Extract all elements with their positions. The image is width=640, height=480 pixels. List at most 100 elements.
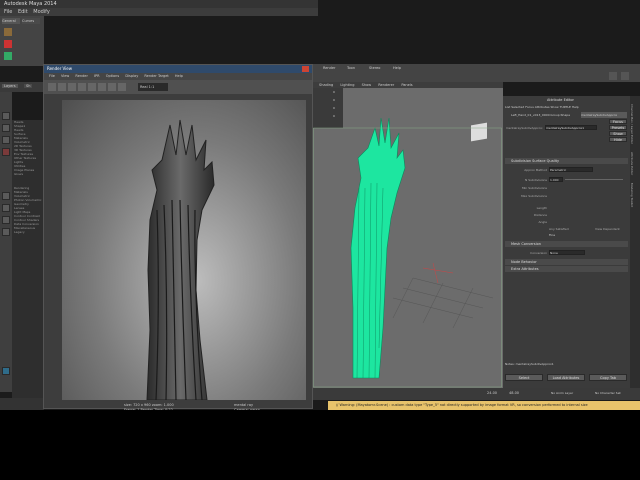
menu-render[interactable]: Render — [323, 66, 335, 70]
menu-focus[interactable]: Focus — [525, 105, 534, 109]
node-label: mentalraySubdivApprox: — [505, 126, 543, 130]
render-icon[interactable] — [48, 83, 56, 91]
outliner-tabs: Layers Sh — [0, 82, 44, 92]
shelf-icon[interactable] — [4, 28, 12, 36]
menu-file[interactable]: File — [49, 74, 55, 78]
toolbar-icon[interactable] — [621, 72, 629, 80]
menu-options[interactable]: Options — [106, 74, 120, 78]
move-tool-icon[interactable] — [2, 148, 10, 156]
show-button[interactable]: Show — [609, 131, 627, 136]
shelf-icon[interactable] — [4, 52, 12, 60]
menu-list[interactable]: List — [505, 105, 510, 109]
layout-icon[interactable] — [2, 192, 10, 200]
rendered-arm-image — [146, 119, 215, 400]
menu-file[interactable]: File — [4, 9, 12, 15]
focus-button[interactable]: Focus — [609, 119, 627, 124]
section-subdivision-quality[interactable]: Subdivision Surface Quality — [505, 158, 628, 164]
snapshot-icon[interactable] — [88, 83, 96, 91]
menu-turtle[interactable]: TURTLE — [560, 105, 571, 109]
refresh-icon[interactable] — [68, 83, 76, 91]
tab-attribute-editor[interactable]: Attribute Editor — [630, 152, 634, 175]
menu-attributes[interactable]: Attributes — [535, 105, 550, 109]
select-button[interactable]: Select — [505, 374, 543, 381]
shelf-icon[interactable] — [4, 40, 12, 48]
menu-show[interactable]: Show — [551, 105, 559, 109]
menu-stereo[interactable]: Stereo — [369, 66, 380, 70]
max-subdivisions-label: Max Subdivisions — [521, 194, 547, 198]
letterbox-bottom — [0, 410, 640, 480]
approx-method-select[interactable]: Parametric — [549, 167, 593, 172]
frame-start-field[interactable]: 24.00 — [487, 391, 497, 395]
menu-edit[interactable]: Edit — [18, 9, 28, 15]
select-tool-icon[interactable] — [2, 112, 10, 120]
notes-label: Notes: mentalraySubdivApprox1 — [505, 362, 554, 366]
n-subdivisions-slider[interactable] — [565, 179, 623, 180]
menu-view[interactable]: View — [61, 74, 69, 78]
rgb-icon[interactable] — [98, 83, 106, 91]
shelf-tab-curves[interactable]: Curves — [22, 18, 40, 24]
alpha-icon[interactable] — [108, 83, 116, 91]
menu-shading[interactable]: Shading — [319, 83, 333, 87]
fine-checkbox[interactable]: Fine — [549, 233, 555, 237]
conversion-select[interactable]: None — [549, 250, 585, 255]
tab-channel-box[interactable]: Channel Box / Layer Editor — [630, 104, 634, 144]
menu-selected[interactable]: Selected — [511, 105, 524, 109]
render-view-window: Render View File View Render IPR Options… — [43, 64, 313, 412]
menu-ipr[interactable]: IPR — [94, 74, 100, 78]
distance-label: Distance — [533, 213, 547, 217]
menu-panels[interactable]: Panels — [401, 83, 412, 87]
menu-display[interactable]: Display — [125, 74, 138, 78]
zoom-icon[interactable] — [118, 83, 126, 91]
copy-tab-button[interactable]: Copy Tab — [589, 374, 627, 381]
range-slider[interactable]: 24.00 48.00 No Anim Layer No Character S… — [313, 388, 640, 400]
close-icon[interactable] — [302, 66, 309, 72]
paint-tool-icon[interactable] — [2, 136, 10, 144]
menu-toon[interactable]: Toon — [347, 66, 355, 70]
layout-icon[interactable] — [2, 216, 10, 224]
menu-lighting[interactable]: Lighting — [340, 83, 354, 87]
camera-select[interactable]: Real 1:1 — [138, 83, 168, 91]
any-satisfied-checkbox[interactable]: Any Satisfied — [549, 227, 569, 231]
render-view-toolbar: Real 1:1 — [44, 80, 312, 94]
hide-button[interactable]: Hide — [609, 137, 627, 142]
frame-end-field[interactable]: 48.00 — [509, 391, 519, 395]
layout-icon[interactable] — [2, 228, 10, 236]
view-dependent-checkbox[interactable]: View Dependent — [595, 227, 620, 231]
region-icon[interactable] — [78, 83, 86, 91]
layout-icon[interactable] — [2, 204, 10, 212]
wireframe-mesh — [313, 117, 502, 388]
menu-renderer[interactable]: Renderer — [378, 83, 394, 87]
character-set-field[interactable]: No Character Set — [595, 391, 621, 395]
section-mesh-conversion[interactable]: Mesh Conversion — [505, 241, 628, 247]
shelf-tab-general[interactable]: General — [2, 18, 20, 24]
n-subdivisions-field[interactable]: 1.000 — [549, 177, 563, 182]
min-subdivisions-label: Min Subdivisions — [521, 186, 547, 190]
section-extra-attributes[interactable]: Extra Attributes — [505, 266, 628, 272]
tab-layers[interactable]: Layers — [2, 84, 18, 88]
menu-help[interactable]: Help — [572, 105, 579, 109]
menu-show[interactable]: Show — [362, 83, 371, 87]
menu-modify[interactable]: Modify — [33, 9, 50, 15]
node-name-field[interactable]: mentalraySubdivApprox1 — [545, 125, 597, 130]
tab-subdiv-approx[interactable]: mentalraySubdivApprox — [581, 112, 627, 118]
list-item[interactable]: Legacy — [12, 230, 43, 234]
anim-layer-field[interactable]: No Anim Layer — [551, 391, 573, 395]
tab-sh[interactable]: Sh — [24, 84, 33, 88]
tab-modeling-toolkit[interactable]: Modeling Toolkit — [630, 183, 634, 207]
side-tab-strip: Channel Box / Layer Editor Attribute Edi… — [630, 96, 640, 388]
section-node-behavior[interactable]: Node Behavior — [505, 259, 628, 265]
presets-button[interactable]: Presets — [609, 125, 627, 130]
angle-label: Angle — [538, 220, 547, 224]
ipr-icon[interactable] — [58, 83, 66, 91]
load-attributes-button[interactable]: Load Attributes — [547, 374, 585, 381]
menu-help[interactable]: Help — [175, 74, 183, 78]
attribute-editor: Attribute Editor List Selected Focus Att… — [503, 96, 630, 388]
render-view-title: Render View — [44, 65, 312, 73]
menu-help[interactable]: Help — [393, 66, 401, 70]
perspective-viewport[interactable]: 0 0 0 0 — [313, 88, 503, 388]
toolbar-icon[interactable] — [609, 72, 617, 80]
menu-render[interactable]: Render — [75, 74, 87, 78]
menu-render-target[interactable]: Render Target — [144, 74, 168, 78]
tab-shape-node[interactable]: Left_Hand_01_v013_0000:Group:Shape — [511, 113, 581, 117]
lasso-tool-icon[interactable] — [2, 124, 10, 132]
